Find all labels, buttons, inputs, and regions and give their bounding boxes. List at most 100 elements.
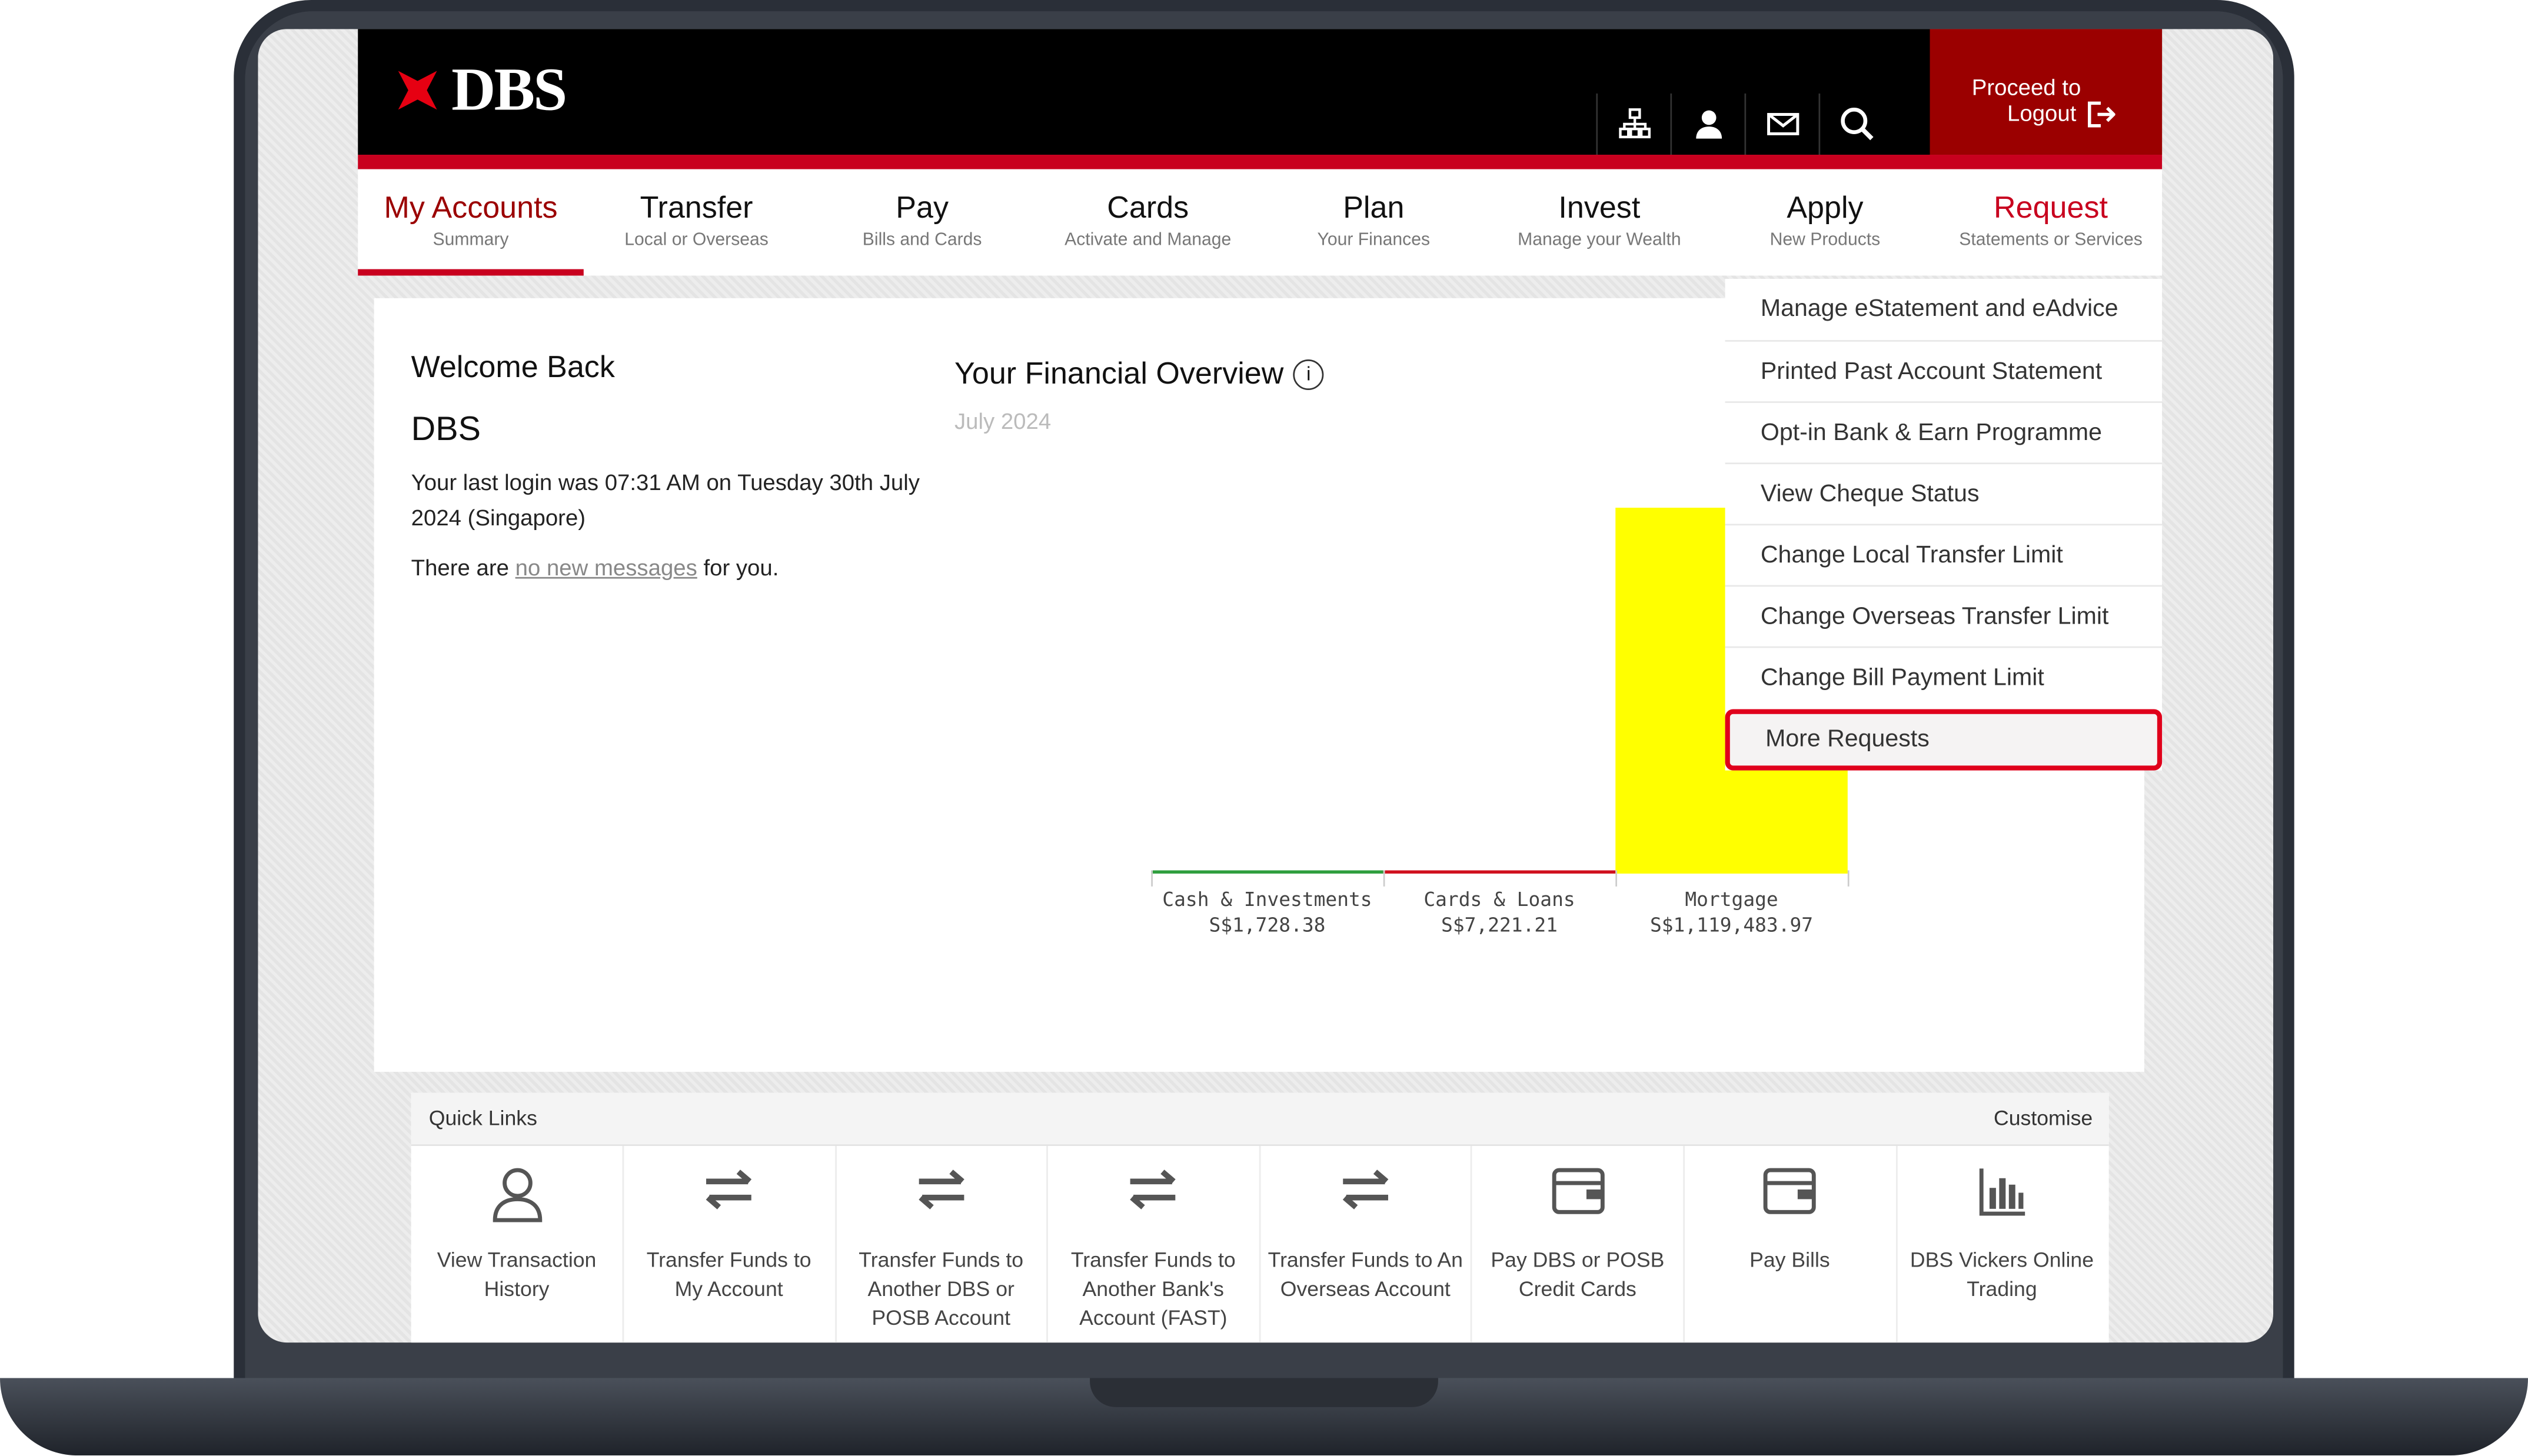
- menu-item-change-local-transfer-limit[interactable]: Change Local Transfer Limit: [1725, 524, 2163, 585]
- nav-subtitle: Summary: [433, 230, 509, 250]
- quick-link-label: Transfer Funds to Another DBS or POSB Ac…: [859, 1247, 1024, 1330]
- laptop-screen: DBS Proceed to Logout My Accounts Summar…: [258, 29, 2274, 1343]
- logout-icon: [2086, 100, 2116, 135]
- chart-category-name: Mortgage: [1685, 888, 1778, 911]
- nav-plan[interactable]: Plan Your Finances: [1261, 169, 1487, 276]
- financial-overview-title: Your Financial Overview i: [954, 358, 1324, 393]
- menu-item-manage-estatement[interactable]: Manage eStatement and eAdvice: [1725, 279, 2162, 340]
- chart-tick: [1615, 870, 1618, 887]
- chart-category-name: Cash & Investments: [1162, 888, 1372, 911]
- nav-title: Pay: [896, 192, 949, 226]
- quick-link-item[interactable]: Transfer Funds to An Overseas Account: [1260, 1145, 1473, 1343]
- nav-transfer[interactable]: Transfer Local or Overseas: [584, 169, 810, 276]
- quick-link-label: Transfer Funds to An Overseas Account: [1268, 1247, 1463, 1301]
- user-icon: [411, 1165, 623, 1224]
- transfer-icon: [836, 1165, 1047, 1224]
- menu-item-opt-in-bank-earn[interactable]: Opt-in Bank & Earn Programme: [1725, 401, 2163, 462]
- welcome-heading: Welcome Back: [411, 351, 615, 385]
- nav-subtitle: Manage your Wealth: [1518, 230, 1681, 250]
- user-icon[interactable]: [1670, 93, 1746, 155]
- nav-subtitle: Statements or Services: [1959, 230, 2143, 250]
- chart-value-label: S$1,119,483.97: [1649, 914, 1814, 937]
- menu-item-more-requests[interactable]: More Requests: [1725, 709, 2163, 771]
- quick-link-label: Pay Bills: [1749, 1247, 1830, 1272]
- quick-link-item[interactable]: Pay DBS or POSB Credit Cards: [1472, 1145, 1685, 1343]
- nav-invest[interactable]: Invest Manage your Wealth: [1486, 169, 1712, 276]
- sitemap-icon[interactable]: [1596, 93, 1672, 155]
- request-dropdown-menu: Manage eStatement and eAdvice Printed Pa…: [1725, 278, 2163, 771]
- quick-links-panel: Quick Links Customise View Transaction H…: [411, 1092, 2109, 1343]
- quick-link-item[interactable]: View Transaction History: [411, 1145, 624, 1343]
- nav-subtitle: Bills and Cards: [862, 230, 982, 250]
- quick-link-label: DBS Vickers Online Trading: [1910, 1247, 2094, 1301]
- nav-title: Apply: [1787, 192, 1864, 226]
- chart-tick: [1151, 870, 1153, 887]
- menu-item-printed-past-statement[interactable]: Printed Past Account Statement: [1725, 340, 2163, 401]
- nav-my-accounts[interactable]: My Accounts Summary: [358, 169, 584, 276]
- top-header: DBS Proceed to Logout: [358, 29, 2163, 155]
- dbs-star-icon: [379, 52, 457, 129]
- nav-request[interactable]: Request Statements or Services: [1938, 169, 2164, 276]
- messages-suffix: for you.: [703, 554, 779, 581]
- chart-baseline-segment: [1151, 870, 1383, 874]
- quick-links-title: Quick Links: [428, 1105, 537, 1130]
- nav-subtitle: New Products: [1769, 230, 1881, 250]
- menu-item-view-cheque-status[interactable]: View Cheque Status: [1725, 462, 2163, 524]
- nav-subtitle: Your Finances: [1317, 230, 1431, 250]
- transfer-icon: [1260, 1165, 1471, 1224]
- nav-title: Request: [1994, 192, 2108, 226]
- search-icon[interactable]: [1818, 93, 1894, 155]
- chart-value-label: S$1,728.38: [1209, 914, 1326, 937]
- main-nav: My Accounts Summary Transfer Local or Ov…: [358, 169, 2164, 276]
- chart-category-label: Mortgage S$1,119,483.97: [1615, 887, 1848, 938]
- chart-baseline-segment: [1383, 870, 1616, 874]
- messages-prefix: There are: [411, 554, 509, 581]
- messages-link[interactable]: no new messages: [515, 554, 697, 580]
- overview-title-text: Your Financial Overview: [954, 358, 1284, 392]
- nav-title: Cards: [1107, 192, 1189, 226]
- customise-link[interactable]: Customise: [1994, 1106, 2093, 1130]
- transfer-icon: [1047, 1165, 1259, 1224]
- mail-icon[interactable]: [1744, 93, 1820, 155]
- overview-date: July 2024: [954, 408, 1052, 434]
- chart-category-name: Cards & Loans: [1423, 888, 1575, 911]
- quick-links-header: Quick Links Customise: [411, 1092, 2109, 1146]
- chart-category-label: Cards & Loans S$7,221.21: [1383, 887, 1616, 938]
- quick-link-item[interactable]: DBS Vickers Online Trading: [1897, 1146, 2108, 1342]
- bar-chart-icon: [1897, 1165, 2108, 1224]
- header-red-bar: [358, 155, 2163, 169]
- chart-tick: [1847, 870, 1850, 887]
- messages-line: There are no new messages for you.: [411, 554, 779, 580]
- chart-baseline-segment: [1615, 870, 1848, 874]
- wallet-icon: [1684, 1165, 1895, 1224]
- quick-link-item[interactable]: Transfer Funds to My Account: [623, 1145, 836, 1343]
- logout-button[interactable]: Proceed to Logout: [1930, 29, 2163, 155]
- chart-value-label: S$7,221.21: [1441, 914, 1558, 937]
- menu-item-change-overseas-transfer-limit[interactable]: Change Overseas Transfer Limit: [1725, 585, 2163, 647]
- logout-label-line1: Proceed to: [1971, 74, 2081, 100]
- quick-link-label: Transfer Funds to Another Bank's Account…: [1070, 1247, 1236, 1330]
- nav-title: Plan: [1343, 192, 1405, 226]
- last-login-text: Your last login was 07:31 AM on Tuesday …: [411, 469, 920, 531]
- quick-link-label: View Transaction History: [437, 1247, 597, 1301]
- nav-title: Transfer: [640, 192, 753, 226]
- laptop-notch: [1090, 1378, 1438, 1407]
- transfer-icon: [623, 1165, 834, 1224]
- nav-pay[interactable]: Pay Bills and Cards: [809, 169, 1035, 276]
- logo-text: DBS: [451, 56, 567, 124]
- nav-subtitle: Activate and Manage: [1065, 230, 1232, 250]
- quick-link-label: Transfer Funds to My Account: [646, 1247, 811, 1301]
- nav-cards[interactable]: Cards Activate and Manage: [1035, 169, 1261, 276]
- quick-link-item[interactable]: Transfer Funds to Another DBS or POSB Ac…: [836, 1145, 1049, 1343]
- quick-link-item[interactable]: Transfer Funds to Another Bank's Account…: [1047, 1145, 1260, 1343]
- chart-tick: [1383, 870, 1385, 887]
- dbs-logo[interactable]: DBS: [390, 55, 567, 126]
- nav-title: My Accounts: [384, 192, 558, 226]
- menu-item-change-bill-payment-limit[interactable]: Change Bill Payment Limit: [1725, 646, 2163, 708]
- user-name: DBS: [411, 411, 481, 448]
- quick-link-label: Pay DBS or POSB Credit Cards: [1491, 1247, 1665, 1301]
- wallet-icon: [1472, 1165, 1683, 1224]
- info-icon[interactable]: i: [1293, 360, 1324, 391]
- nav-apply[interactable]: Apply New Products: [1712, 169, 1938, 276]
- quick-link-item[interactable]: Pay Bills: [1684, 1145, 1897, 1343]
